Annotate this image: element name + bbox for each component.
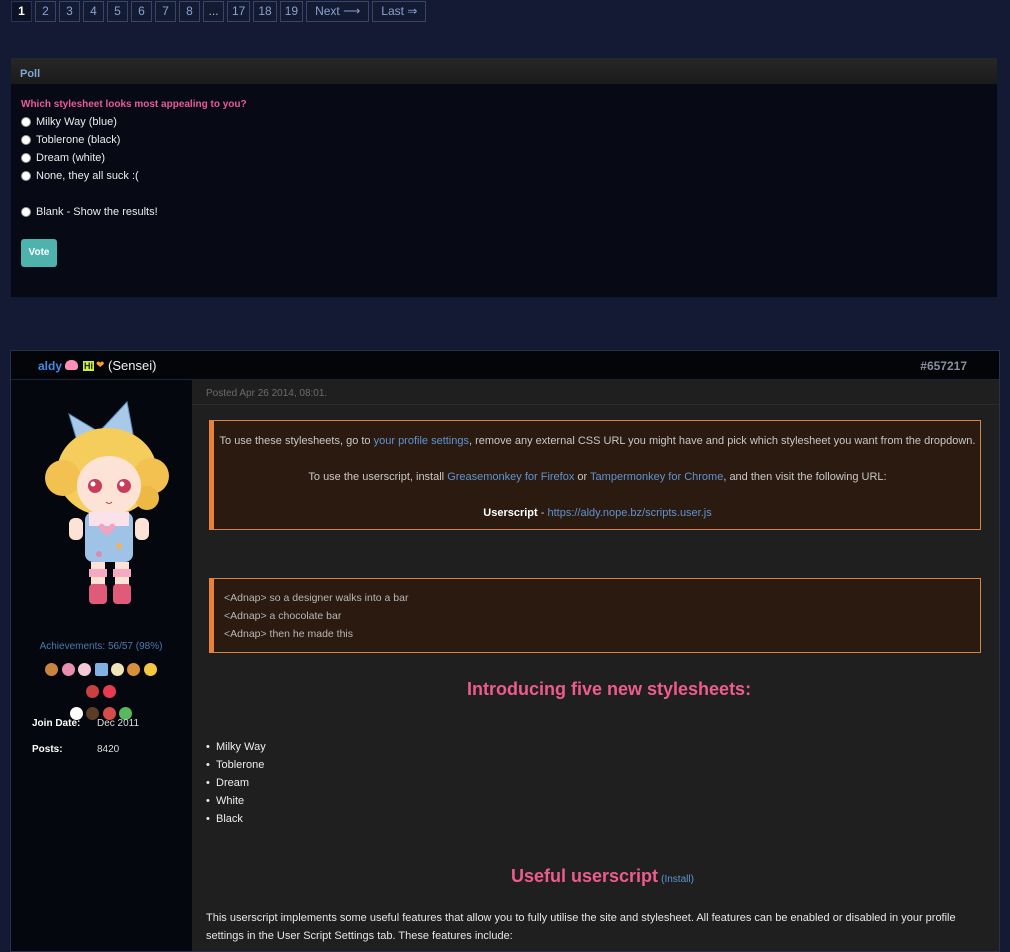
- posts-value: 8420: [97, 744, 120, 755]
- strawberry-icon[interactable]: [102, 685, 116, 699]
- text: To use the userscript, install: [308, 471, 448, 483]
- post-body: Posted Apr 26 2014, 08:01. To use these …: [192, 380, 999, 951]
- greasemonkey-link[interactable]: Greasemonkey for Firefox: [447, 471, 574, 483]
- quote-box: <Adnap> so a designer walks into a bar <…: [209, 578, 981, 653]
- join-date-label: Join Date:: [32, 718, 81, 729]
- page-7[interactable]: 7: [155, 1, 176, 22]
- page-2[interactable]: 2: [35, 1, 56, 22]
- pagination: 1 2 3 4 5 6 7 8 ... 17 18 19 Next ⟶ Last…: [11, 1, 427, 23]
- userscript-url-link[interactable]: https://aldy.nope.bz/scripts.user.js: [547, 507, 711, 519]
- poll-option-2[interactable]: Toblerone (black): [21, 134, 120, 146]
- post-id-link[interactable]: #657217: [920, 359, 967, 373]
- poll-panel: Poll Which stylesheet looks most appeali…: [11, 58, 997, 297]
- text: , and then visit the following URL:: [723, 471, 887, 483]
- achievements-text[interactable]: Achievements: 56/57 (98%): [11, 641, 191, 652]
- vote-button[interactable]: Vote: [21, 239, 57, 267]
- radio-button[interactable]: [21, 153, 31, 163]
- poll-option-1[interactable]: Milky Way (blue): [21, 116, 117, 128]
- page-3[interactable]: 3: [59, 1, 80, 22]
- post-header: aldy Hi ❤ (Sensei) #657217: [11, 351, 999, 380]
- poll-option-4[interactable]: None, they all suck :(: [21, 170, 139, 182]
- quote-line: <Adnap> a chocolate bar: [224, 610, 342, 622]
- poll-option-label: Milky Way (blue): [36, 116, 117, 128]
- onigiri-icon[interactable]: [110, 663, 124, 677]
- list-item: White: [206, 795, 244, 807]
- radio-button[interactable]: [21, 117, 31, 127]
- page-8[interactable]: 8: [179, 1, 200, 22]
- next-page-button[interactable]: Next ⟶: [306, 1, 370, 22]
- divider: [192, 404, 999, 405]
- poll-option-label: Dream (white): [36, 152, 106, 164]
- poll-option-3[interactable]: Dream (white): [21, 152, 105, 164]
- quote-line: <Adnap> so a designer walks into a bar: [224, 592, 409, 604]
- instructions-line-3: Userscript - https://aldy.nope.bz/script…: [214, 507, 981, 519]
- slime-icon: [65, 360, 78, 370]
- tampermonkey-link[interactable]: Tampermonkey for Chrome: [590, 471, 723, 483]
- milk-icon[interactable]: [94, 663, 108, 677]
- instructions-line-1: To use these stylesheets, go to your pro…: [214, 435, 981, 447]
- poll-option-blank[interactable]: Blank - Show the results!: [21, 206, 158, 218]
- post-timestamp: Posted Apr 26 2014, 08:01.: [206, 388, 328, 399]
- avatar: [45, 400, 169, 604]
- user-sidebar: Achievements: 56/57 (98%) Join Date: Dec…: [11, 380, 191, 951]
- text: To use these stylesheets, go to: [219, 435, 374, 447]
- list-item: Dream: [206, 777, 249, 789]
- achievement-badges: [39, 658, 163, 724]
- user-title: (Sensei): [108, 358, 157, 373]
- list-item: Toblerone: [206, 759, 264, 771]
- join-date-value: Dec 2011: [97, 718, 140, 729]
- cupcake-icon[interactable]: [61, 663, 75, 677]
- poll-question: Which stylesheet looks most appealing to…: [21, 99, 247, 110]
- page-19[interactable]: 19: [279, 1, 304, 22]
- page-5[interactable]: 5: [107, 1, 128, 22]
- page-1[interactable]: 1: [11, 1, 32, 22]
- page-6[interactable]: 6: [131, 1, 152, 22]
- radio-button[interactable]: [21, 171, 31, 181]
- cookie-icon[interactable]: [45, 663, 59, 677]
- userscript-description: This userscript implements some useful f…: [206, 912, 956, 942]
- croissant-icon[interactable]: [127, 663, 141, 677]
- poll-option-label: Blank - Show the results!: [36, 206, 158, 218]
- stylesheets-heading: Introducing five new stylesheets:: [467, 679, 752, 699]
- userscript-heading: Useful userscript: [511, 866, 659, 886]
- apple-icon[interactable]: [86, 685, 100, 699]
- page-4[interactable]: 4: [83, 1, 104, 22]
- text: or: [574, 471, 591, 483]
- instructions-box: To use these stylesheets, go to your pro…: [209, 420, 981, 530]
- username-link[interactable]: aldy: [38, 359, 62, 373]
- userscript-label: Userscript: [483, 507, 538, 519]
- page-ellipsis: ...: [203, 1, 224, 22]
- instructions-line-2: To use the userscript, install Greasemon…: [214, 471, 981, 483]
- poll-option-label: None, they all suck :(: [36, 170, 139, 182]
- posts-label: Posts:: [32, 744, 63, 755]
- install-link[interactable]: (Install): [661, 874, 694, 885]
- page-18[interactable]: 18: [253, 1, 277, 22]
- last-page-button[interactable]: Last ⇒: [372, 1, 427, 22]
- text: -: [537, 507, 548, 519]
- quote-line: <Adnap> then he made this: [224, 628, 354, 640]
- hi-badge: Hi: [83, 361, 94, 371]
- radio-button[interactable]: [21, 207, 31, 217]
- userscript-heading-row: Useful userscript (Install): [511, 866, 694, 887]
- list-item: Black: [206, 813, 243, 825]
- poll-option-label: Toblerone (black): [36, 134, 121, 146]
- list-item: Milky Way: [206, 741, 266, 753]
- fries-icon[interactable]: [143, 663, 157, 677]
- poll-header: Poll: [11, 58, 997, 84]
- forum-post: aldy Hi ❤ (Sensei) #657217 Achievements:…: [10, 350, 1000, 952]
- heart-icon: ❤: [96, 360, 105, 371]
- profile-settings-link[interactable]: your profile settings: [374, 435, 469, 447]
- cake-icon[interactable]: [78, 663, 92, 677]
- radio-button[interactable]: [21, 135, 31, 145]
- page-17[interactable]: 17: [227, 1, 251, 22]
- text: , remove any external CSS URL you might …: [469, 435, 976, 447]
